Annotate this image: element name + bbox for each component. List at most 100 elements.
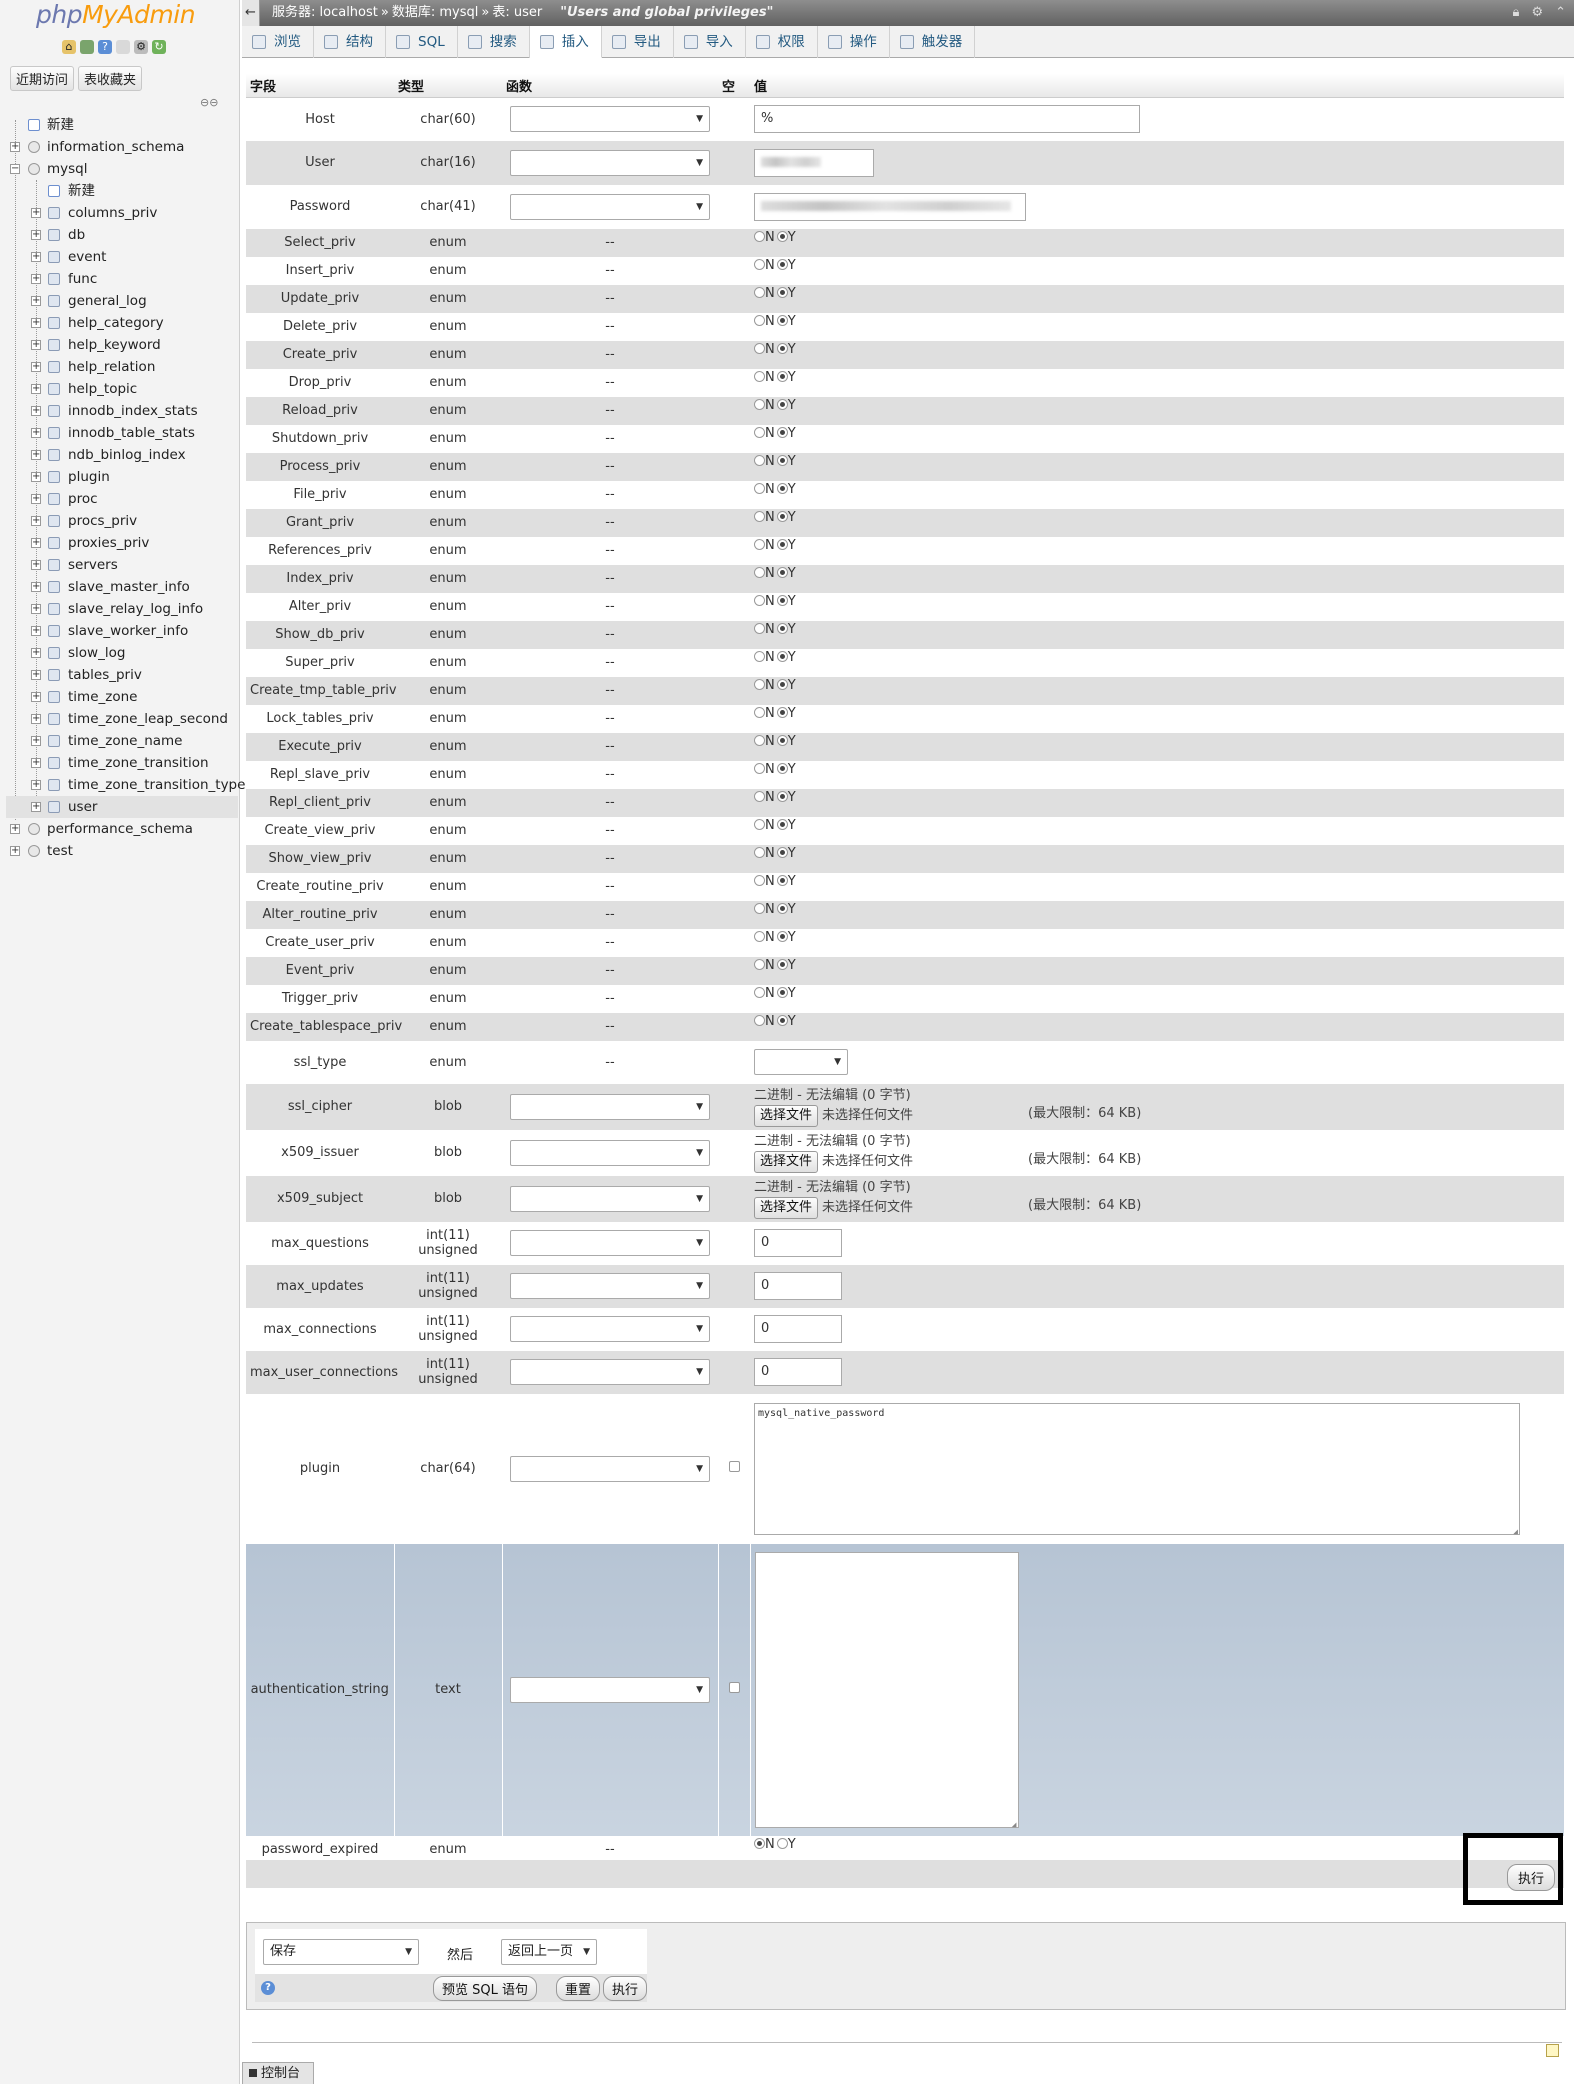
tree-item[interactable]: + time_zone_leap_second bbox=[6, 708, 238, 730]
null-checkbox[interactable] bbox=[728, 1682, 740, 1693]
radio-n[interactable] bbox=[754, 902, 765, 914]
expand-icon[interactable]: + bbox=[31, 494, 41, 504]
radio-y[interactable] bbox=[776, 510, 788, 522]
breadcrumb-table[interactable]: 表: user bbox=[492, 5, 542, 20]
radio-y[interactable] bbox=[776, 398, 788, 410]
radio-n[interactable] bbox=[754, 398, 765, 410]
radio-y[interactable] bbox=[776, 1837, 788, 1849]
radio-y[interactable] bbox=[776, 594, 788, 606]
radio-n[interactable] bbox=[754, 566, 765, 578]
radio-n[interactable] bbox=[754, 818, 765, 830]
tree-item[interactable]: + information_schema bbox=[6, 136, 238, 158]
expand-icon[interactable]: + bbox=[31, 626, 41, 636]
tree-item[interactable]: + event bbox=[6, 246, 238, 268]
function-select[interactable] bbox=[510, 1093, 710, 1120]
null-checkbox[interactable] bbox=[728, 1461, 740, 1472]
radio-n[interactable] bbox=[754, 930, 765, 942]
expand-icon[interactable]: + bbox=[31, 714, 41, 724]
breadcrumb-database[interactable]: 数据库: mysql bbox=[392, 5, 479, 20]
expand-icon[interactable]: + bbox=[31, 560, 41, 570]
phpmyadmin-logo[interactable]: phpMyAdmin bbox=[36, 0, 196, 29]
expand-icon[interactable]: + bbox=[31, 450, 41, 460]
plugin-textarea[interactable]: mysql_native_password bbox=[754, 1402, 1520, 1536]
choose-file-button[interactable]: 选择文件 bbox=[754, 1196, 819, 1219]
radio-y[interactable] bbox=[776, 454, 788, 466]
link-with-main-icon[interactable]: ⊖⊖ bbox=[200, 96, 218, 109]
tree-item[interactable]: + procs_priv bbox=[6, 510, 238, 532]
tree-item[interactable]: + innodb_index_stats bbox=[6, 400, 238, 422]
radio-n[interactable] bbox=[754, 538, 765, 550]
tree-item[interactable]: + innodb_table_stats bbox=[6, 422, 238, 444]
tree-item[interactable]: + proxies_priv bbox=[6, 532, 238, 554]
function-select[interactable] bbox=[510, 1230, 710, 1256]
go-button[interactable]: 执行 bbox=[603, 1976, 647, 2001]
tree-item[interactable]: + proc bbox=[6, 488, 238, 510]
expand-icon[interactable]: + bbox=[31, 472, 41, 482]
tree-item[interactable]: + columns_priv bbox=[6, 202, 238, 224]
radio-y[interactable] bbox=[776, 622, 788, 634]
tree-item[interactable]: + time_zone_transition bbox=[6, 752, 238, 774]
function-select[interactable] bbox=[510, 193, 710, 220]
tree-item[interactable]: + tables_priv bbox=[6, 664, 238, 686]
radio-y[interactable] bbox=[776, 958, 788, 970]
radio-y[interactable] bbox=[776, 902, 788, 914]
radio-y[interactable] bbox=[776, 790, 788, 802]
radio-n[interactable] bbox=[754, 230, 765, 242]
radio-n[interactable] bbox=[754, 482, 765, 494]
preview-sql-button[interactable]: 预览 SQL 语句 bbox=[433, 1976, 537, 2001]
radio-y[interactable] bbox=[776, 762, 788, 774]
radio-y[interactable] bbox=[776, 986, 788, 998]
reload-icon[interactable]: ↻ bbox=[152, 40, 166, 54]
expand-icon[interactable]: + bbox=[31, 692, 41, 702]
expand-icon[interactable]: + bbox=[31, 670, 41, 680]
tree-item[interactable]: + help_topic bbox=[6, 378, 238, 400]
password-input[interactable] bbox=[754, 192, 1026, 221]
tree-item[interactable]: + db bbox=[6, 224, 238, 246]
gear-icon[interactable]: ⚙ bbox=[1531, 0, 1543, 26]
radio-y[interactable] bbox=[776, 1014, 788, 1026]
function-select[interactable] bbox=[510, 1139, 710, 1166]
radio-n[interactable] bbox=[754, 426, 765, 438]
radio-n[interactable] bbox=[754, 1014, 765, 1026]
tab-export[interactable]: 导出 bbox=[602, 26, 674, 58]
tree-item[interactable]: + slave_relay_log_info bbox=[6, 598, 238, 620]
radio-y[interactable] bbox=[776, 482, 788, 494]
tree-item[interactable]: + user bbox=[6, 796, 238, 818]
sql-icon[interactable] bbox=[80, 40, 94, 54]
tree-item[interactable]: + general_log bbox=[6, 290, 238, 312]
expand-icon[interactable]: + bbox=[31, 428, 41, 438]
radio-n[interactable] bbox=[754, 874, 765, 886]
max-connections-input[interactable]: 0 bbox=[754, 1315, 842, 1343]
radio-y[interactable] bbox=[776, 342, 788, 354]
expand-icon[interactable]: + bbox=[31, 758, 41, 768]
radio-y[interactable] bbox=[776, 706, 788, 718]
radio-y[interactable] bbox=[776, 230, 788, 242]
user-input[interactable] bbox=[754, 148, 874, 177]
tab-insert[interactable]: 插入 bbox=[529, 26, 602, 58]
tree-item[interactable]: + time_zone_name bbox=[6, 730, 238, 752]
authentication-string-textarea[interactable] bbox=[754, 1551, 1019, 1829]
expand-icon[interactable]: + bbox=[31, 780, 41, 790]
tab-sql[interactable]: SQL bbox=[386, 26, 458, 58]
radio-n[interactable] bbox=[754, 370, 765, 382]
expand-icon[interactable]: + bbox=[31, 604, 41, 614]
collapse-icon[interactable]: − bbox=[10, 164, 20, 174]
radio-n[interactable] bbox=[754, 510, 765, 522]
expand-icon[interactable]: + bbox=[31, 274, 41, 284]
radio-y[interactable] bbox=[776, 678, 788, 690]
function-select[interactable] bbox=[510, 149, 710, 176]
tab-structure[interactable]: 结构 bbox=[314, 26, 386, 58]
tab-triggers[interactable]: 触发器 bbox=[890, 26, 976, 58]
radio-n[interactable] bbox=[754, 342, 765, 354]
tree-item[interactable]: 新建 bbox=[6, 114, 238, 136]
max-questions-input[interactable]: 0 bbox=[754, 1229, 842, 1257]
expand-icon[interactable]: + bbox=[31, 252, 41, 262]
radio-n[interactable] bbox=[754, 594, 765, 606]
radio-n[interactable] bbox=[754, 734, 765, 746]
home-icon[interactable]: ⌂ bbox=[62, 40, 76, 54]
settings-icon[interactable]: ⚙ bbox=[134, 40, 148, 54]
docs-icon[interactable] bbox=[116, 40, 130, 54]
expand-icon[interactable]: + bbox=[31, 296, 41, 306]
recent-tables-button[interactable]: 近期访问 bbox=[10, 66, 75, 91]
after-insert-select[interactable]: 返回上一页 bbox=[501, 1939, 597, 1965]
